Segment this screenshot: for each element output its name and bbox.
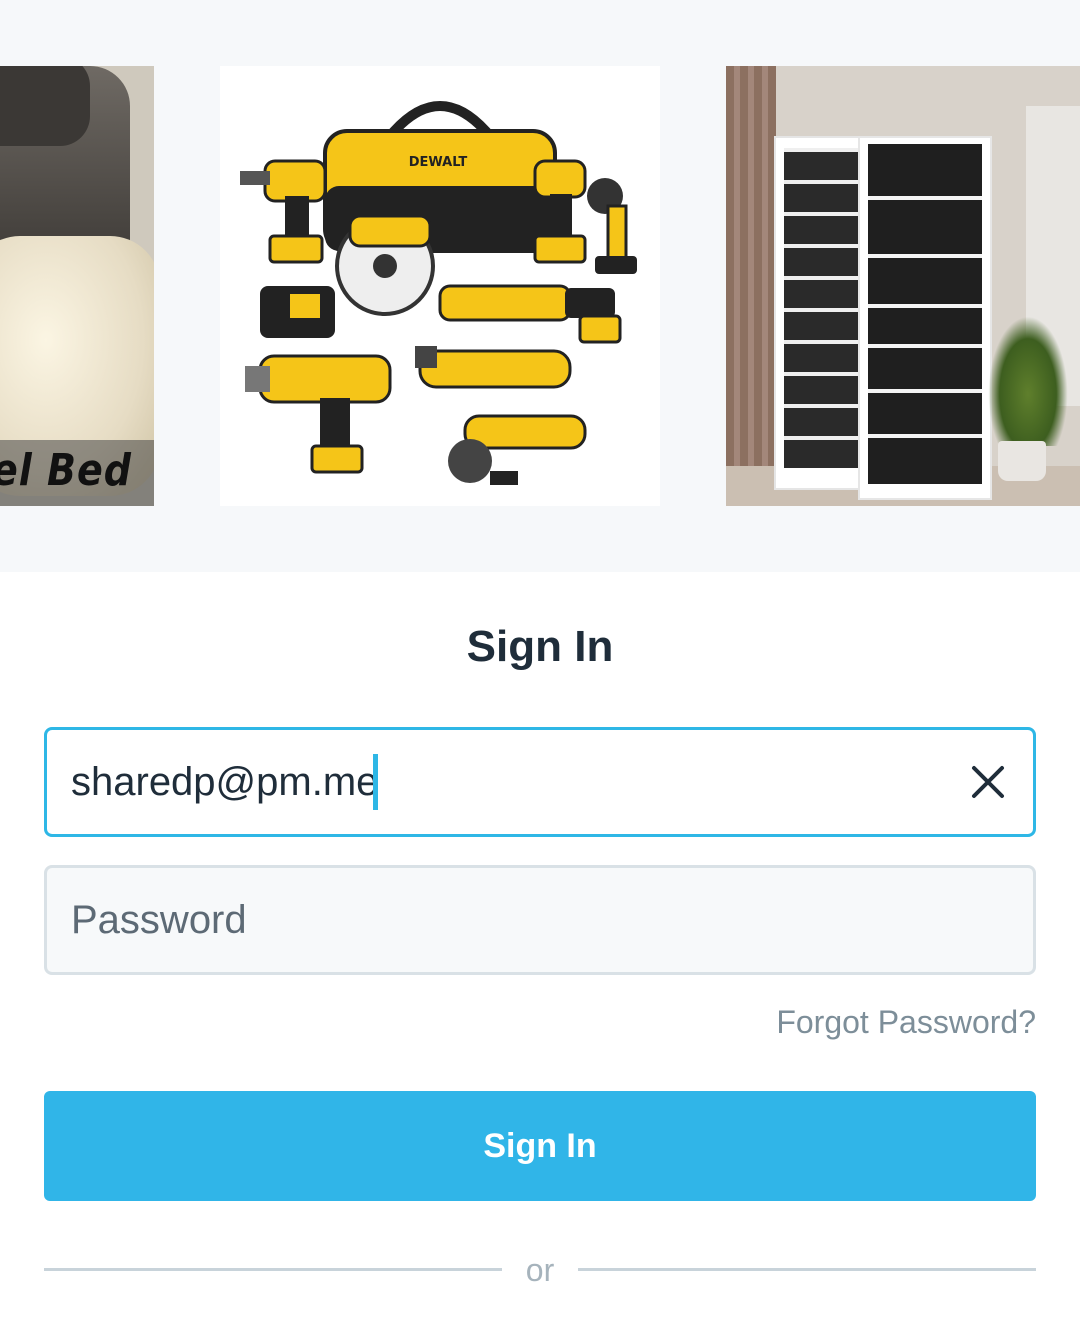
password-input[interactable]: [71, 868, 931, 972]
email-input[interactable]: [71, 730, 931, 834]
cabinet-shelf: [868, 434, 982, 438]
plant-pot-graphic: [998, 441, 1046, 481]
cabinet-door-graphic: [774, 136, 868, 490]
dewalt-tool-kit-product-image: DEWALT: [240, 101, 637, 485]
cabinet-shelf: [868, 344, 982, 348]
bag-brand-label: DEWALT: [409, 155, 468, 170]
carousel-item-tool-kit[interactable]: DEWALT: [220, 66, 660, 506]
cabinet-shelf: [868, 196, 982, 200]
product-caption: avel Bed: [0, 444, 132, 496]
cabinet-interior: [868, 144, 982, 484]
text-cursor: [373, 754, 378, 810]
email-field[interactable]: [44, 727, 1036, 837]
forgot-password-link[interactable]: Forgot Password?: [776, 1004, 1036, 1041]
divider-line-left: [44, 1268, 502, 1271]
curtain-graphic: [726, 66, 776, 506]
jewelry-cabinet-graphic: [858, 136, 992, 500]
cabinet-shelf: [868, 389, 982, 393]
divider-or-label: or: [525, 1252, 555, 1288]
carousel-item-travel-bed[interactable]: avel Bed: [0, 66, 154, 506]
sign-in-button[interactable]: Sign In: [44, 1091, 1036, 1201]
plant-leaves-graphic: [988, 316, 1068, 446]
headrest-graphic: [0, 66, 90, 146]
cabinet-shelf: [868, 254, 982, 258]
page-title: Sign In: [466, 622, 614, 671]
cabinet-shelf: [868, 304, 982, 308]
close-icon: [972, 766, 1004, 798]
clear-email-button[interactable]: [963, 757, 1013, 807]
carousel-item-jewelry-cabinet[interactable]: [726, 66, 1080, 506]
jewelry-hooks-graphic: [784, 148, 858, 468]
password-field[interactable]: [44, 865, 1036, 975]
divider-line-right: [578, 1268, 1036, 1271]
product-carousel[interactable]: avel Bed DEWALT: [0, 0, 1080, 572]
